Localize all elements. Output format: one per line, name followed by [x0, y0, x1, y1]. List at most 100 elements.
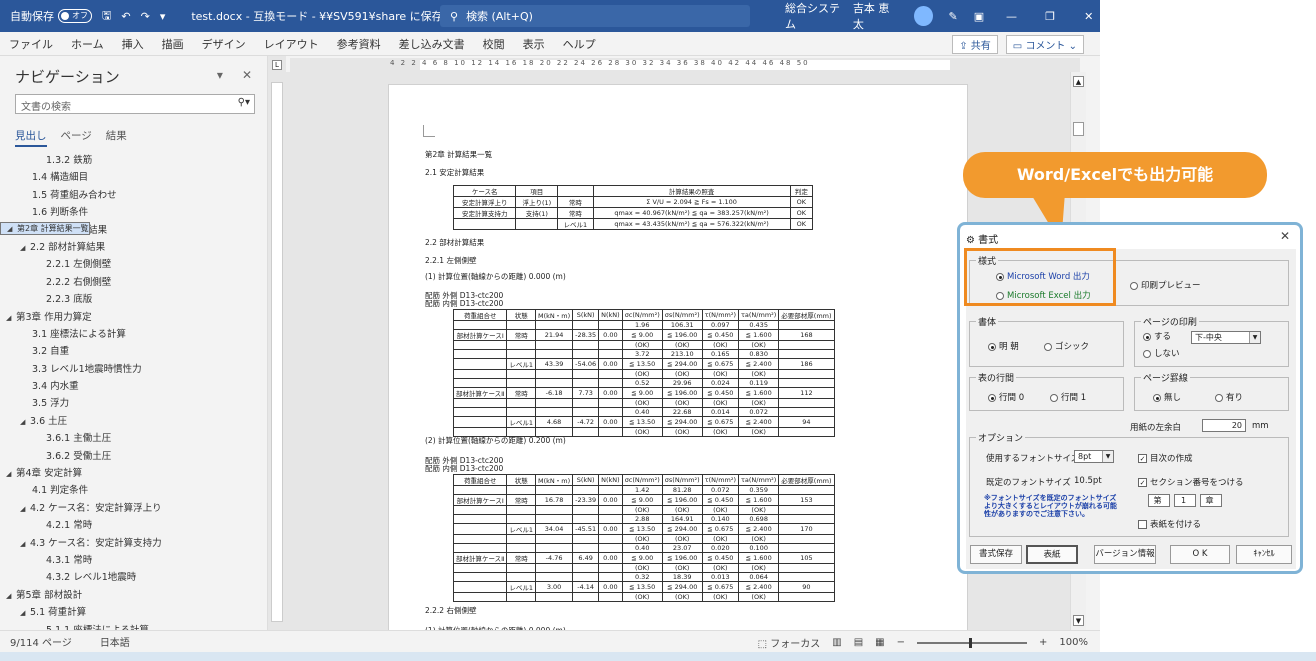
- print-layout-icon[interactable]: ▤: [854, 637, 863, 648]
- zoom-out-icon[interactable]: −: [897, 637, 905, 648]
- collapse-triangle-icon[interactable]: ◢: [20, 414, 30, 430]
- nav-search-input[interactable]: 文書の検索 ⚲▾: [15, 94, 255, 114]
- tab-references[interactable]: 参考資料: [328, 36, 390, 52]
- border-none-radio[interactable]: 無し: [1153, 391, 1181, 403]
- collapse-triangle-icon[interactable]: ◢: [20, 501, 30, 517]
- nav-tab-pages[interactable]: ページ: [61, 128, 92, 147]
- save-format-button[interactable]: 書式保存: [970, 545, 1022, 564]
- tab-layout[interactable]: レイアウト: [255, 36, 328, 52]
- nav-close-icon[interactable]: ✕: [242, 68, 252, 82]
- zoom-slider[interactable]: [917, 637, 1028, 648]
- language[interactable]: 日本語: [100, 634, 130, 649]
- scroll-down-icon[interactable]: ▼: [1073, 615, 1084, 626]
- mincho-radio[interactable]: 明 朝: [988, 340, 1019, 352]
- avatar[interactable]: [913, 6, 933, 26]
- nav-heading-item[interactable]: 2.2.3 底版: [0, 291, 267, 308]
- border-yes-radio[interactable]: 有り: [1215, 391, 1243, 403]
- collapse-triangle-icon[interactable]: ◢: [20, 536, 30, 552]
- nav-heading-item[interactable]: ◢ 第4章 安定計算: [0, 465, 267, 482]
- section-number-checkbox[interactable]: ✓ セクション番号をつける: [1138, 476, 1244, 488]
- nav-heading-item[interactable]: 3.1 座標法による計算: [0, 326, 267, 343]
- nav-heading-item[interactable]: ◢ 4.2 ケース名：安定計算浮上り: [0, 500, 267, 517]
- tab-design[interactable]: デザイン: [193, 36, 255, 52]
- tab-help[interactable]: ヘルプ: [554, 36, 605, 52]
- scroll-thumb[interactable]: [1073, 122, 1084, 136]
- nav-heading-item[interactable]: ◢ 3.6 土圧: [0, 413, 267, 430]
- pen-icon[interactable]: ✎: [949, 10, 958, 23]
- read-mode-icon[interactable]: ▥: [832, 637, 841, 648]
- close-button[interactable]: ✕: [1077, 10, 1100, 23]
- section-suffix-input[interactable]: 章: [1200, 494, 1222, 507]
- tab-view[interactable]: 表示: [514, 36, 554, 52]
- ok-button[interactable]: O K: [1170, 545, 1230, 564]
- zoom-level[interactable]: 100%: [1059, 637, 1088, 648]
- nav-heading-item[interactable]: 2.2.2 右側側壁: [0, 274, 267, 291]
- scroll-up-icon[interactable]: ▲: [1073, 76, 1084, 87]
- nav-heading-item[interactable]: 4.2.1 常時: [0, 517, 267, 534]
- tab-selector[interactable]: L: [272, 60, 282, 70]
- nav-heading-item[interactable]: 3.5 浮力: [0, 395, 267, 412]
- collapse-triangle-icon[interactable]: ◢: [20, 240, 30, 256]
- print-preview-radio[interactable]: 印刷プレビュー: [1130, 279, 1201, 291]
- restore-button[interactable]: ❐: [1039, 10, 1062, 23]
- nav-options-icon[interactable]: ▾: [217, 68, 223, 82]
- cancel-button[interactable]: ｷｬﾝｾﾙ: [1236, 545, 1292, 564]
- nav-heading-item[interactable]: ◢ 第3章 作用力算定: [0, 309, 267, 326]
- nav-heading-item[interactable]: 3.2 自重: [0, 343, 267, 360]
- nav-heading-item[interactable]: 3.4 内水重: [0, 378, 267, 395]
- nav-heading-item[interactable]: 1.6 判断条件: [0, 204, 267, 221]
- focus-button[interactable]: ⬚ フォーカス: [758, 635, 821, 650]
- undo-icon[interactable]: ↶: [121, 10, 130, 23]
- document-title[interactable]: test.docx - 互換モード - ¥¥SV591¥share に保存済み …: [191, 8, 473, 24]
- nav-heading-item[interactable]: ◢ 第5章 部材設計: [0, 587, 267, 604]
- collapse-triangle-icon[interactable]: ◢: [6, 466, 16, 482]
- qat-chevron-icon[interactable]: ▾: [160, 10, 166, 23]
- search-icon[interactable]: ⚲▾: [238, 97, 250, 108]
- nav-heading-item[interactable]: 1.5 荷重組み合わせ: [0, 187, 267, 204]
- collapse-triangle-icon[interactable]: ◢: [6, 310, 16, 326]
- nav-heading-item[interactable]: ◢ 第2章 計算結果一覧: [0, 221, 90, 235]
- nav-heading-item[interactable]: 1.3.2 鉄筋: [0, 152, 267, 169]
- section-number-input[interactable]: 1: [1174, 494, 1196, 507]
- print-position-select[interactable]: 下-中央 ▼: [1191, 331, 1261, 344]
- version-info-button[interactable]: バージョン情報: [1094, 545, 1156, 564]
- autosave-toggle[interactable]: オフ: [58, 9, 92, 23]
- cover-button[interactable]: 表紙: [1026, 545, 1078, 564]
- dialog-close-icon[interactable]: ✕: [1280, 229, 1290, 243]
- page-count[interactable]: 9/114 ページ: [10, 634, 72, 649]
- search-box[interactable]: ⚲ 検索 (Alt+Q): [440, 5, 750, 27]
- tab-draw[interactable]: 描画: [153, 36, 193, 52]
- nav-heading-item[interactable]: ◢ 4.3 ケース名：安定計算支持力: [0, 535, 267, 552]
- redo-icon[interactable]: ↷: [141, 10, 150, 23]
- section-prefix-input[interactable]: 第: [1148, 494, 1170, 507]
- nav-heading-item[interactable]: 3.6.1 主働土圧: [0, 430, 267, 447]
- ribbon-display-icon[interactable]: ▣: [974, 10, 984, 23]
- nav-heading-item[interactable]: 3.6.2 受働土圧: [0, 448, 267, 465]
- minimize-button[interactable]: —: [1000, 10, 1023, 23]
- nav-tab-headings[interactable]: 見出し: [15, 128, 47, 147]
- nav-heading-item[interactable]: ◢ 2.2 部材計算結果: [0, 239, 267, 256]
- nav-heading-item[interactable]: 1.4 構造細目: [0, 169, 267, 186]
- nav-heading-item[interactable]: 2.2.1 左側側壁: [0, 256, 267, 273]
- comment-button[interactable]: ▭ コメント ⌄: [1005, 35, 1084, 54]
- print-on-radio[interactable]: する: [1143, 330, 1171, 342]
- nav-heading-item[interactable]: ◢ 5.1 荷重計算: [0, 604, 267, 621]
- nav-heading-item[interactable]: 3.3 レベル1地震時慣性力: [0, 361, 267, 378]
- tab-mailings[interactable]: 差し込み文書: [390, 36, 474, 52]
- print-off-radio[interactable]: しない: [1143, 347, 1180, 359]
- row-spacing-1-radio[interactable]: 行間 1: [1050, 391, 1086, 403]
- collapse-triangle-icon[interactable]: ◢: [6, 588, 16, 604]
- tab-review[interactable]: 校閲: [474, 36, 514, 52]
- tab-insert[interactable]: 挿入: [113, 36, 153, 52]
- tab-file[interactable]: ファイル: [0, 36, 62, 52]
- margin-input[interactable]: 20: [1202, 419, 1246, 432]
- tab-home[interactable]: ホーム: [62, 36, 113, 52]
- nav-heading-item[interactable]: 4.3.1 常時: [0, 552, 267, 569]
- collapse-triangle-icon[interactable]: ◢: [20, 605, 30, 621]
- nav-tab-results[interactable]: 結果: [106, 128, 127, 147]
- share-button[interactable]: ⇪ 共有: [952, 35, 998, 54]
- collapse-triangle-icon[interactable]: ◢: [7, 224, 17, 234]
- document-page[interactable]: 第2章 計算結果一覧 2.1 安定計算結果 2.2 部材計算結果 2.2.1 左側側壁…: [388, 84, 968, 630]
- gothic-radio[interactable]: ゴシック: [1044, 340, 1089, 352]
- nav-heading-item[interactable]: 4.1 判定条件: [0, 482, 267, 499]
